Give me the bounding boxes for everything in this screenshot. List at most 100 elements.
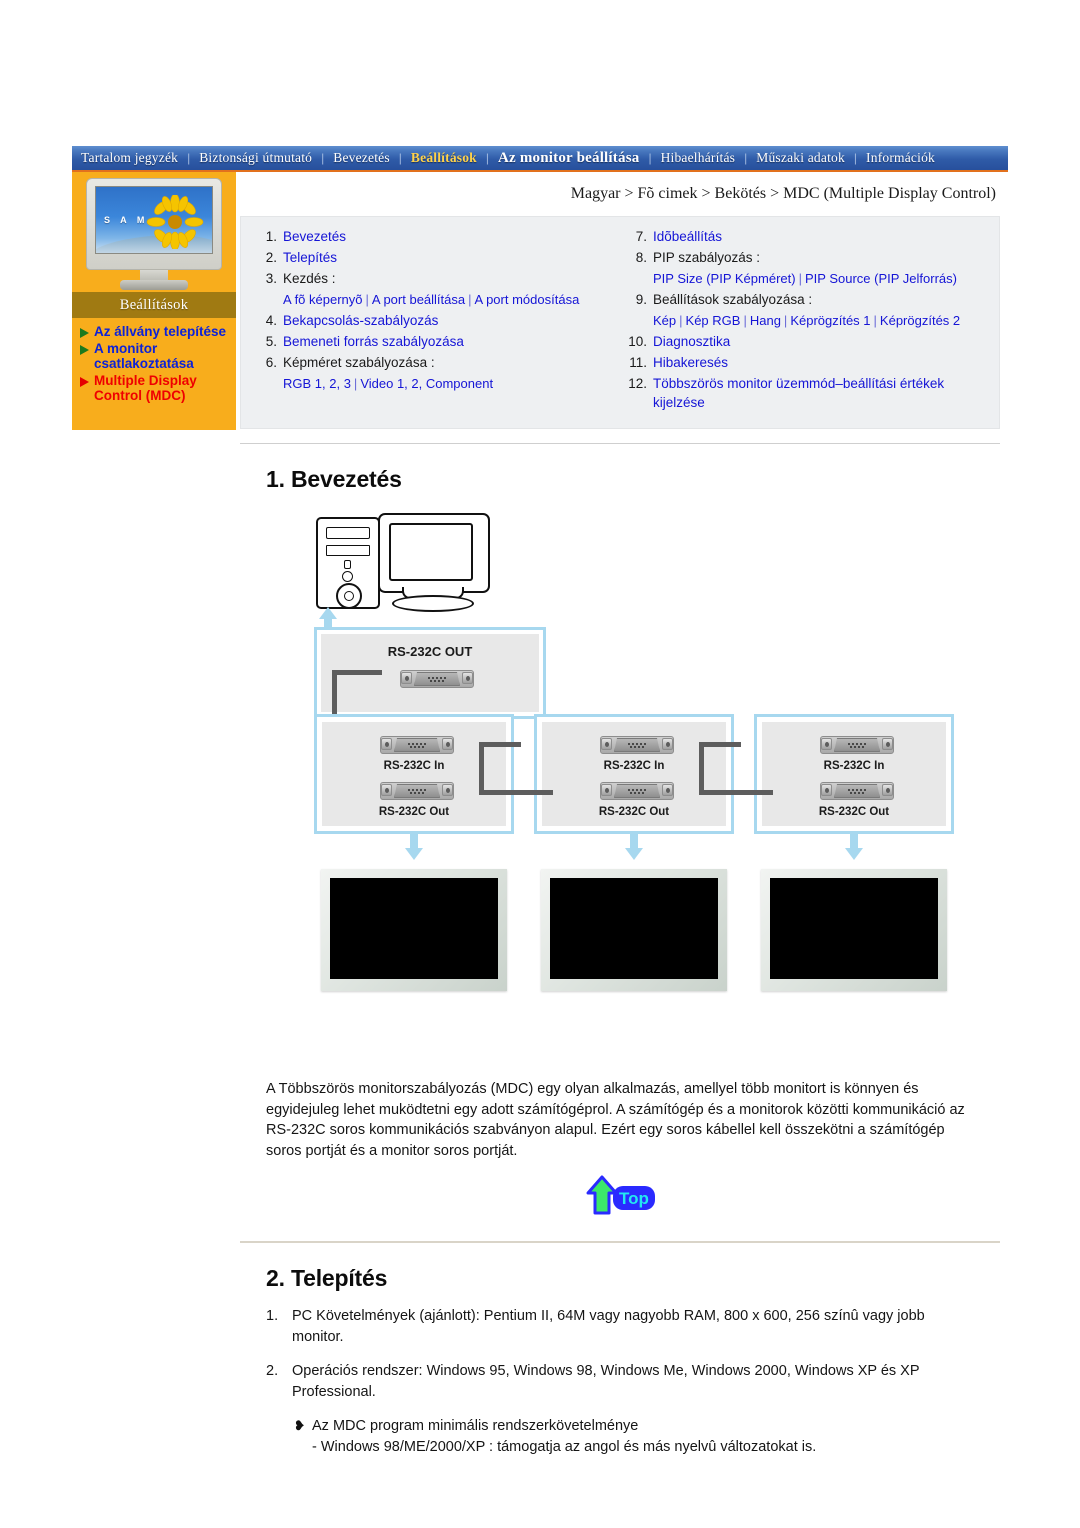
sidebar-menu: Az állvány telepítése A monitor csatlako… — [72, 318, 236, 404]
toc-divider: | — [873, 313, 877, 328]
toc-entry: 9. Beállítások szabályozása : — [623, 290, 987, 309]
nav-item-informaciok[interactable]: Információk — [857, 150, 944, 166]
sidebar-title: Beállítások — [72, 292, 236, 318]
toc-number: 3. — [265, 271, 277, 286]
toc-divider: | — [743, 313, 747, 328]
list-number: 2. — [266, 1363, 279, 1379]
toc-link-diagnosztika[interactable]: Diagnosztika — [653, 332, 730, 351]
list-number: 1. — [266, 1308, 279, 1324]
nav-separator: | — [485, 151, 490, 165]
toc-label-kepmeret-szabalyozasa: Képméret szabályozása : — [283, 355, 435, 370]
cable-segment — [479, 742, 521, 747]
back-to-top-button[interactable]: Top — [580, 1175, 664, 1219]
toc-divider: | — [783, 313, 788, 328]
triangle-bullet-icon — [80, 328, 89, 338]
toc-link-a-fo-kepernyo[interactable]: A fõ képernyõ — [283, 292, 363, 307]
toc-number: 5. — [265, 334, 277, 349]
toc-number: 11. — [629, 355, 647, 370]
toc-number: 6. — [265, 355, 277, 370]
section1-paragraph: A Többszörös monitorszabályozás (MDC) eg… — [266, 1081, 965, 1159]
toc-link-bekapcsolas-szabalyozas[interactable]: Bekapcsolás-szabályozás — [283, 311, 438, 330]
list-text: Operációs rendszer: Windows 95, Windows … — [292, 1363, 920, 1400]
toc-column-left: 1. Bevezetés 2. Telepítés 3. Kezdés : A … — [253, 227, 617, 414]
requirement-title: Az MDC program minimális rendszerkövetel… — [312, 1418, 639, 1434]
toc-number: 1. — [265, 229, 277, 244]
toc-number: 9. — [635, 292, 647, 307]
nav-item-beallitasok[interactable]: Beállítások — [402, 150, 486, 166]
toc-link-keprogzites-1[interactable]: Képrögzítés 1 — [790, 313, 870, 328]
toc-entry[interactable]: 1. Bevezetés — [253, 227, 617, 246]
display-panel-2 — [541, 869, 727, 991]
sidebar-brand-text: S A M — [104, 215, 149, 225]
db9-connector-in-2 — [600, 734, 674, 756]
toc-entry[interactable]: 11. Hibakeresés — [623, 353, 987, 372]
arrow-to-display-2 — [625, 848, 643, 860]
toc-entry: 3. Kezdés : — [253, 269, 617, 288]
monitor-port-group-1: RS-232C In RS-232C Out — [314, 714, 514, 834]
nav-item-biztonsagi-utmutato[interactable]: Biztonsági útmutató — [190, 150, 321, 166]
section2-list: 1. PC Követelmények (ajánlott): Pentium … — [236, 1306, 1008, 1402]
pc-tower-icon — [316, 517, 380, 609]
toc-subentry-row: Kép | Kép RGB | Hang | Képrögzítés 1 | Képrögzít… — [623, 311, 987, 330]
toc-link-bemeneti-forras-szabalyozasa[interactable]: Bemeneti forrás szabályozása — [283, 332, 464, 351]
nav-separator: | — [648, 151, 652, 165]
toc-label-kezdes: Kezdés : — [283, 271, 336, 286]
nav-item-hibaelharitas[interactable]: Hibaelhárítás — [652, 150, 745, 166]
toc-link-telepites[interactable]: Telepítés — [283, 248, 337, 267]
toc-link-keprogzites-2[interactable]: Képrögzítés 2 — [880, 313, 960, 328]
toc-link-kep-rgb[interactable]: Kép RGB — [686, 313, 741, 328]
toc-number: 8. — [635, 250, 647, 265]
sidebar-item-az-allvany-telepitese[interactable]: Az állvány telepítése — [76, 324, 236, 340]
crt-monitor-icon — [378, 513, 490, 593]
top-arrow-icon: Top — [586, 1175, 655, 1215]
toc-entry[interactable]: 2. Telepítés — [253, 248, 617, 267]
toc-link-kep[interactable]: Kép — [653, 313, 676, 328]
db9-connector-in-3 — [820, 734, 894, 756]
rs232c-out-label-1: RS-232C Out — [378, 806, 450, 818]
toc-link-idobeallitas[interactable]: Idõbeállítás — [653, 227, 722, 246]
toc-subentry-row: RGB 1, 2, 3 | Video 1, 2, Component — [253, 374, 617, 393]
sidebar: S A M Beállítások Az állvány telepítése … — [72, 172, 236, 430]
toc-link-tobbszoros-monitor-uzemmod[interactable]: Többszörös monitor üzemmód–beállítási ér… — [653, 374, 987, 412]
db9-connector-out-2 — [600, 780, 674, 802]
toc-entry[interactable]: 10. Diagnosztika — [623, 332, 987, 351]
nav-separator: | — [398, 151, 402, 165]
toc-link-bevezetes[interactable]: Bevezetés — [283, 227, 346, 246]
toc-entry[interactable]: 7. Idõbeállítás — [623, 227, 987, 246]
top-button-label: Top — [619, 1189, 649, 1208]
arrow-stem — [324, 618, 332, 627]
arrow-to-display-1 — [405, 848, 423, 860]
sidebar-item-a-monitor-csatlakoztatasa[interactable]: A monitor csatlakoztatása — [76, 341, 236, 372]
sidebar-item-multiple-display-control[interactable]: Multiple Display Control (MDC) — [76, 373, 236, 404]
cable-segment — [479, 790, 553, 795]
divider — [240, 1241, 1000, 1243]
top-navigation-bar: Tartalom jegyzék | Biztonsági útmutató |… — [72, 146, 1008, 172]
db9-connector-out-1 — [380, 780, 454, 802]
breadcrumb: Magyar > Fõ cimek > Bekötés > MDC (Multi… — [570, 185, 996, 202]
arrow-to-display-3 — [845, 848, 863, 860]
toc-link-rgb-1-2-3[interactable]: RGB 1, 2, 3 — [283, 376, 351, 391]
nav-item-tartalom-jegyzek[interactable]: Tartalom jegyzék — [72, 150, 187, 166]
cable-segment — [479, 742, 484, 795]
triangle-bullet-icon — [80, 376, 89, 387]
cable-segment — [699, 742, 741, 747]
toc-link-hibakeresés[interactable]: Hibakeresés — [653, 353, 728, 372]
toc-entry[interactable]: 4. Bekapcsolás-szabályozás — [253, 311, 617, 330]
rs232c-out-label-3: RS-232C Out — [818, 806, 890, 818]
toc-entry[interactable]: 5. Bemeneti forrás szabályozása — [253, 332, 617, 351]
toc-link-video-1-2-component[interactable]: Video 1, 2, Component — [360, 376, 493, 391]
toc-link-pip-size[interactable]: PIP Size (PIP Képméret) — [653, 271, 796, 286]
toc-link-a-port-beallitasa[interactable]: A port beállítása — [372, 292, 465, 307]
nav-item-az-monitor-beallitasa[interactable]: Az monitor beállítása — [489, 150, 648, 167]
toc-link-hang[interactable]: Hang — [750, 313, 781, 328]
toc-link-pip-source[interactable]: PIP Source (PIP Jelforrás) — [805, 271, 957, 286]
toc-link-a-port-modositasa[interactable]: A port módosítása — [475, 292, 580, 307]
nav-item-bevezetes[interactable]: Bevezetés — [324, 150, 399, 166]
nav-separator: | — [321, 151, 325, 165]
toc-divider: | — [365, 292, 369, 307]
toc-number: 2. — [265, 250, 277, 265]
toc-number: 7. — [635, 229, 647, 244]
triangle-bullet-icon — [80, 344, 89, 355]
toc-entry[interactable]: 12. Többszörös monitor üzemmód–beállítás… — [623, 374, 987, 412]
nav-item-muszaki-adatok[interactable]: Műszaki adatok — [747, 150, 854, 166]
